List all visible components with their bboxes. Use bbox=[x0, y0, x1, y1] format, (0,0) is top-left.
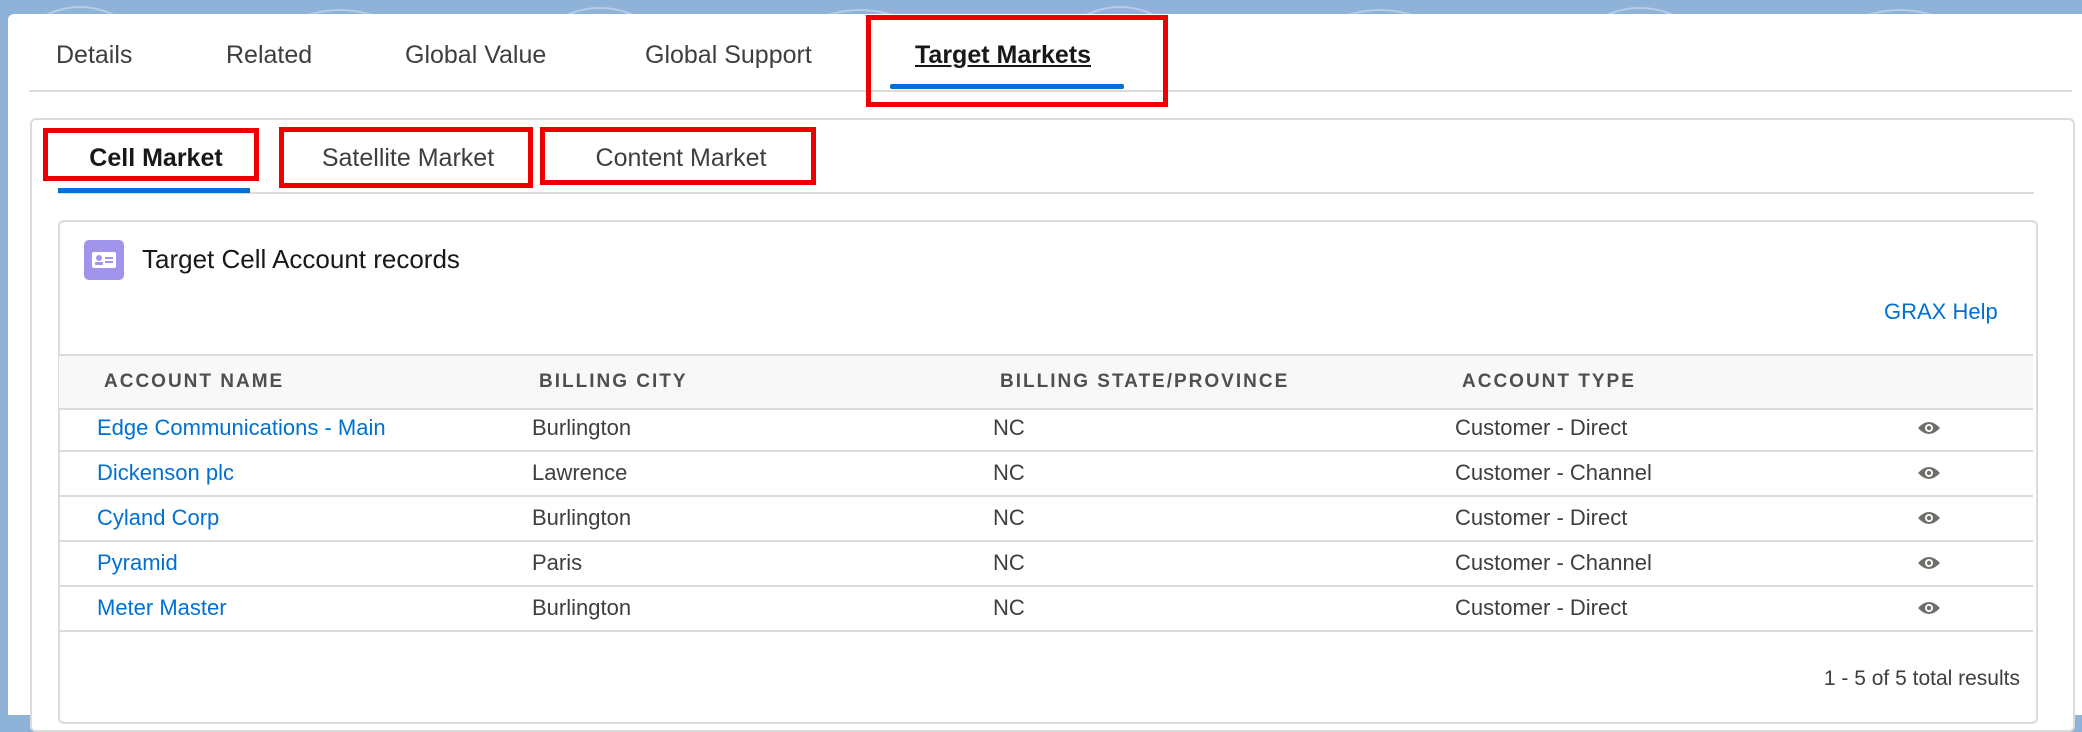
annotation-box-satellite-market bbox=[279, 127, 533, 188]
eye-icon[interactable] bbox=[1917, 420, 1941, 436]
table-header: ACCOUNT NAME BILLING CITY BILLING STATE/… bbox=[59, 354, 2033, 410]
tab-global-value[interactable]: Global Value bbox=[405, 14, 546, 90]
table-row: Pyramid Paris NC Customer - Channel bbox=[59, 541, 2033, 587]
table-row: Edge Communications - Main Burlington NC… bbox=[59, 406, 2033, 452]
active-subtab-indicator bbox=[58, 188, 250, 193]
annotation-box-content-market bbox=[540, 127, 816, 185]
billing-city-cell: Burlington bbox=[532, 505, 632, 530]
tab-details[interactable]: Details bbox=[56, 14, 132, 90]
eye-icon[interactable] bbox=[1917, 600, 1941, 616]
account-type-cell: Customer - Channel bbox=[1455, 460, 1652, 485]
billing-city-cell: Burlington bbox=[532, 595, 632, 620]
account-type-cell: Customer - Direct bbox=[1455, 505, 1628, 530]
column-header-account-type[interactable]: ACCOUNT TYPE bbox=[1462, 356, 1636, 408]
billing-state-cell: NC bbox=[993, 505, 1025, 530]
billing-city-cell: Paris bbox=[532, 550, 583, 575]
annotation-box-cell-market bbox=[43, 128, 259, 181]
eye-icon[interactable] bbox=[1917, 510, 1941, 526]
account-name-link[interactable]: Pyramid bbox=[97, 541, 178, 585]
contact-card-icon bbox=[84, 240, 124, 280]
tab-related[interactable]: Related bbox=[226, 14, 312, 90]
table-row: Cyland Corp Burlington NC Customer - Dir… bbox=[59, 496, 2033, 542]
billing-city-cell: Lawrence bbox=[532, 460, 628, 485]
billing-state-cell: NC bbox=[993, 460, 1025, 485]
billing-city-cell: Burlington bbox=[532, 415, 632, 440]
grax-help-link[interactable]: GRAX Help bbox=[1884, 297, 1998, 327]
account-name-link[interactable]: Dickenson plc bbox=[97, 451, 234, 495]
account-type-cell: Customer - Direct bbox=[1455, 415, 1628, 440]
eye-icon[interactable] bbox=[1917, 555, 1941, 571]
billing-state-cell: NC bbox=[993, 415, 1025, 440]
results-count: 1 - 5 of 5 total results bbox=[1823, 667, 2020, 690]
account-name-link[interactable]: Edge Communications - Main bbox=[97, 406, 386, 450]
column-header-account-name[interactable]: ACCOUNT NAME bbox=[104, 356, 284, 408]
records-card-title: Target Cell Account records bbox=[142, 244, 460, 274]
account-type-cell: Customer - Direct bbox=[1455, 595, 1628, 620]
table-row: Dickenson plc Lawrence NC Customer - Cha… bbox=[59, 451, 2033, 497]
billing-state-cell: NC bbox=[993, 550, 1025, 575]
column-header-billing-city[interactable]: BILLING CITY bbox=[539, 356, 688, 408]
tab-global-support[interactable]: Global Support bbox=[645, 14, 812, 90]
column-header-billing-state[interactable]: BILLING STATE/PROVINCE bbox=[1000, 356, 1289, 408]
table-row: Meter Master Burlington NC Customer - Di… bbox=[59, 586, 2033, 632]
annotation-box-target-markets bbox=[866, 15, 1168, 107]
eye-icon[interactable] bbox=[1917, 465, 1941, 481]
account-name-link[interactable]: Meter Master bbox=[97, 586, 227, 630]
account-name-link[interactable]: Cyland Corp bbox=[97, 496, 219, 540]
account-type-cell: Customer - Channel bbox=[1455, 550, 1652, 575]
billing-state-cell: NC bbox=[993, 595, 1025, 620]
